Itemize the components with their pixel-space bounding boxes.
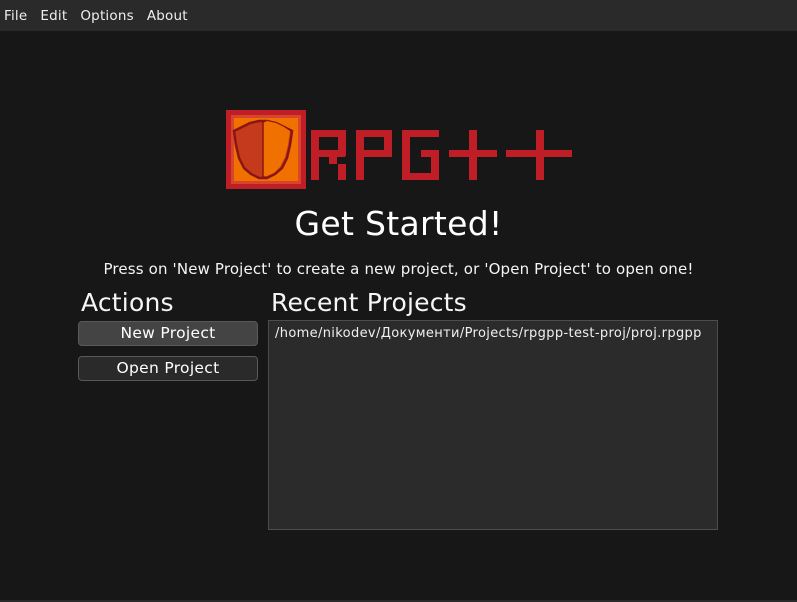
- logo-text: [311, 130, 572, 180]
- app-logo: [226, 110, 572, 189]
- list-item[interactable]: /home/nikodev/Документи/Projects/rpgpp-t…: [269, 321, 717, 346]
- new-project-button[interactable]: New Project: [78, 321, 258, 346]
- menu-bar: File Edit Options About: [0, 0, 797, 31]
- menu-about[interactable]: About: [147, 8, 188, 24]
- recent-projects-list[interactable]: /home/nikodev/Документи/Projects/rpgpp-t…: [268, 320, 718, 530]
- shield-icon: [226, 110, 306, 189]
- menu-options[interactable]: Options: [80, 8, 134, 24]
- get-started-subtitle: Press on 'New Project' to create a new p…: [103, 260, 694, 278]
- menu-file[interactable]: File: [4, 8, 27, 24]
- open-project-button[interactable]: Open Project: [78, 356, 258, 381]
- actions-title: Actions: [81, 288, 174, 317]
- get-started-title: Get Started!: [294, 204, 503, 243]
- recent-projects-title: Recent Projects: [271, 288, 467, 317]
- menu-edit[interactable]: Edit: [40, 8, 67, 24]
